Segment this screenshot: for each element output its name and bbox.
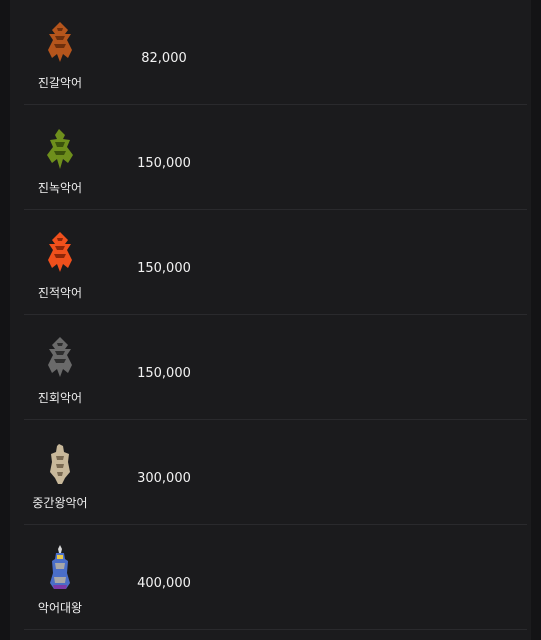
monster-cell: 중간왕악어 [24,420,96,524]
table-row: 진회악어 150,000 [24,315,527,420]
bone-crocodile-icon [41,442,79,488]
loot-table: 진갈악어 82,000 진녹악어 150,000 진적악어 150,000 [10,0,531,640]
table-row: 진녹악어 150,000 [24,105,527,210]
crocodile-king-icon [41,545,79,591]
brown-crocodile-icon [41,20,79,66]
table-row: 중간왕악어 300,000 [24,420,527,525]
monster-value: 300,000 [124,471,204,487]
red-crocodile-icon [41,230,79,276]
monster-cell: 진녹악어 [24,105,96,209]
monster-name: 진갈악어 [24,75,96,91]
monster-value: 150,000 [124,156,204,172]
table-row: 진갈악어 82,000 [24,0,527,105]
monster-cell: 진회악어 [24,315,96,419]
monster-name: 악어대왕 [24,600,96,616]
monster-name: 진녹악어 [24,180,96,196]
green-crocodile-icon [41,127,79,173]
monster-cell: 진적악어 [24,210,96,314]
gray-crocodile-icon [41,335,79,381]
monster-value: 150,000 [124,366,204,382]
monster-value: 150,000 [124,261,204,277]
monster-value: 82,000 [124,51,204,67]
monster-value: 400,000 [124,576,204,592]
table-row: 악어대왕 400,000 [24,525,527,630]
table-row: 진적악어 150,000 [24,210,527,315]
monster-name: 진적악어 [24,285,96,301]
monster-cell: 악어대왕 [24,525,96,629]
monster-name: 진회악어 [24,390,96,406]
monster-cell: 진갈악어 [24,0,96,104]
monster-name: 중간왕악어 [24,495,96,511]
